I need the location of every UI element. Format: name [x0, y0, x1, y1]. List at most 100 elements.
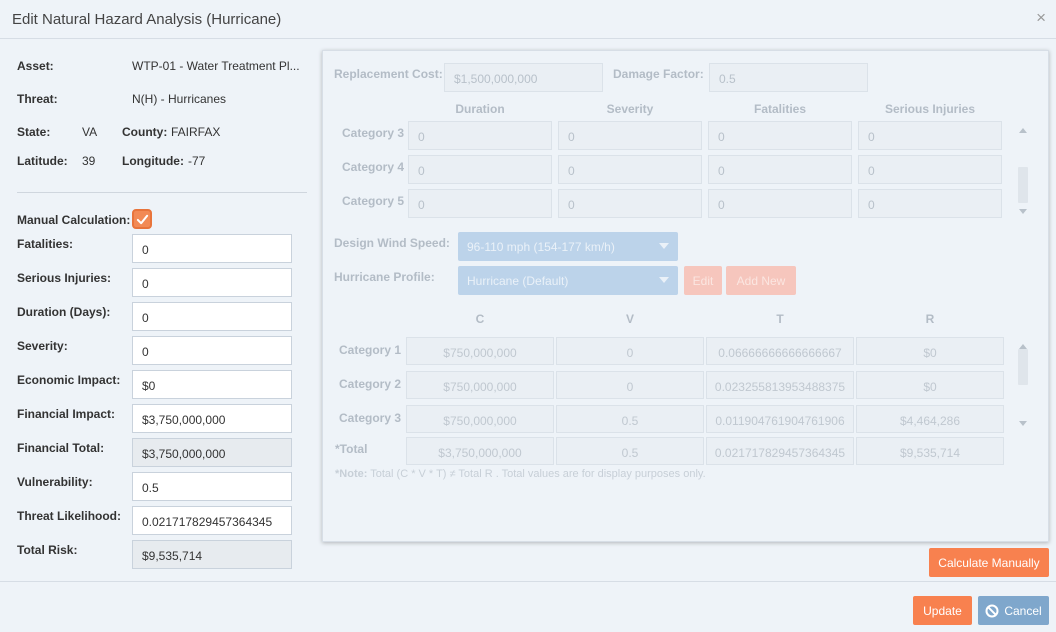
- column-header-serious-injuries: Serious Injuries: [884, 102, 976, 116]
- vulnerability-input[interactable]: 0.5: [132, 472, 292, 501]
- category-cell: 0: [558, 189, 702, 218]
- longitude-label: Longitude:: [122, 154, 184, 168]
- total-risk-label: Total Risk:: [17, 543, 78, 557]
- vulnerability-label: Vulnerability:: [17, 475, 93, 489]
- category-cell: 0: [708, 121, 852, 150]
- total-cell: 0.021717829457364345: [706, 437, 854, 465]
- total-note: *Note: Total (C * V * T) ≠ Total R . Tot…: [335, 468, 706, 480]
- cvtr-cell: 0.023255813953488375: [706, 371, 854, 399]
- cancel-button[interactable]: Cancel: [978, 596, 1049, 625]
- total-risk-field: $9,535,714: [132, 540, 292, 569]
- chevron-down-icon: [659, 243, 669, 249]
- cvtr-cell: $750,000,000: [406, 371, 554, 399]
- category-cell: 0: [558, 121, 702, 150]
- state-label: State:: [17, 125, 51, 139]
- category-row-label: Category 3: [342, 126, 405, 140]
- hurricane-profile-select: Hurricane (Default): [458, 266, 678, 295]
- fatalities-label: Fatalities:: [17, 237, 74, 251]
- county-value: FAIRFAX: [171, 125, 221, 139]
- category-cell: 0: [708, 155, 852, 184]
- threat-likelihood-input[interactable]: 0.021717829457364345: [132, 506, 292, 535]
- severity-input[interactable]: 0: [132, 336, 292, 365]
- cvtr-cell: 0.011904761904761906: [706, 405, 854, 433]
- cvtr-cell: $0: [856, 371, 1004, 399]
- ban-icon: [985, 604, 999, 618]
- manual-calculation-checkbox[interactable]: [132, 209, 152, 229]
- column-header-t: T: [776, 312, 784, 326]
- calculate-manually-button[interactable]: Calculate Manually: [929, 548, 1049, 577]
- cvtr-cell: $4,464,286: [856, 405, 1004, 433]
- cvtr-cell: 0.06666666666666667: [706, 337, 854, 365]
- replacement-cost-label: Replacement Cost:: [334, 67, 443, 81]
- cvtr-cell: $0: [856, 337, 1004, 365]
- category-cell: 0: [558, 155, 702, 184]
- replacement-cost-input: $1,500,000,000: [444, 63, 603, 92]
- edit-profile-button: Edit: [684, 266, 722, 295]
- design-wind-speed-select: 96-110 mph (154-177 km/h): [458, 232, 678, 261]
- threat-likelihood-label: Threat Likelihood:: [17, 509, 122, 523]
- latitude-value: 39: [82, 154, 96, 168]
- divider: [17, 192, 307, 193]
- duration-label: Duration (Days):: [17, 305, 111, 319]
- economic-impact-input[interactable]: $0: [132, 370, 292, 399]
- fatalities-input[interactable]: 0: [132, 234, 292, 263]
- cancel-label: Cancel: [1004, 604, 1042, 618]
- column-header-duration: Duration: [455, 102, 505, 116]
- category-cell: 0: [708, 189, 852, 218]
- damage-factor-label: Damage Factor:: [613, 67, 704, 81]
- cvtr-scrollbar[interactable]: [1017, 337, 1029, 433]
- latitude-label: Latitude:: [17, 154, 68, 168]
- column-header-v: V: [625, 312, 634, 326]
- financial-total-field: $3,750,000,000: [132, 438, 292, 467]
- category-row-label: Category 5: [342, 194, 405, 208]
- column-header-fatalities: Fatalities: [753, 102, 807, 116]
- update-button[interactable]: Update: [913, 596, 972, 625]
- financial-total-label: Financial Total:: [17, 441, 105, 455]
- note-prefix: *Note:: [335, 468, 368, 480]
- duration-input[interactable]: 0: [132, 302, 292, 331]
- hurricane-profile-value: Hurricane (Default): [467, 274, 569, 288]
- category-cell: 0: [408, 121, 552, 150]
- add-new-profile-button: Add New: [726, 266, 796, 295]
- note-text: Total (C * V * T) ≠ Total R . Total valu…: [367, 468, 706, 480]
- manual-calculation-label: Manual Calculation:: [17, 213, 131, 227]
- footer-divider: [0, 581, 1056, 582]
- category-cell: 0: [858, 121, 1002, 150]
- county-label: County:: [122, 125, 168, 139]
- cvtr-row-label: Category 3: [339, 411, 402, 425]
- financial-impact-input[interactable]: $3,750,000,000: [132, 404, 292, 433]
- column-header-r: R: [925, 312, 935, 326]
- close-icon[interactable]: ×: [1036, 9, 1046, 26]
- damage-factor-input: 0.5: [709, 63, 868, 92]
- hazard-calculation-panel: Replacement Cost: $1,500,000,000 Damage …: [322, 50, 1049, 542]
- cvtr-cell: 0: [556, 337, 704, 365]
- threat-value: N(H) - Hurricanes: [132, 92, 227, 106]
- serious-injuries-input[interactable]: 0: [132, 268, 292, 297]
- severity-label: Severity:: [17, 339, 68, 353]
- total-cell: $9,535,714: [856, 437, 1004, 465]
- cvtr-cell: 0: [556, 371, 704, 399]
- cvtr-row-label: Category 2: [339, 377, 402, 391]
- category-row-label: Category 4: [342, 160, 405, 174]
- category-scrollbar[interactable]: [1017, 121, 1029, 219]
- chevron-down-icon: [659, 277, 669, 283]
- check-icon: [136, 214, 148, 224]
- dialog-title: Edit Natural Hazard Analysis (Hurricane): [12, 11, 282, 28]
- scrollbar-thumb[interactable]: [1018, 167, 1028, 203]
- financial-impact-label: Financial Impact:: [17, 407, 116, 421]
- category-cell: 0: [408, 189, 552, 218]
- threat-label: Threat:: [17, 92, 58, 106]
- scroll-down-icon[interactable]: [1019, 209, 1027, 214]
- scrollbar-thumb[interactable]: [1018, 349, 1028, 385]
- longitude-value: -77: [188, 154, 206, 168]
- scroll-down-icon[interactable]: [1019, 421, 1027, 426]
- column-header-severity: Severity: [606, 102, 654, 116]
- cvtr-row-label: Category 1: [339, 343, 402, 357]
- category-cell: 0: [858, 155, 1002, 184]
- hurricane-profile-label: Hurricane Profile:: [334, 270, 435, 284]
- total-cell: 0.5: [556, 437, 704, 465]
- scroll-up-icon[interactable]: [1019, 128, 1027, 133]
- cvtr-cell: $750,000,000: [406, 337, 554, 365]
- total-row-label: *Total: [335, 442, 368, 456]
- column-header-c: C: [475, 312, 485, 326]
